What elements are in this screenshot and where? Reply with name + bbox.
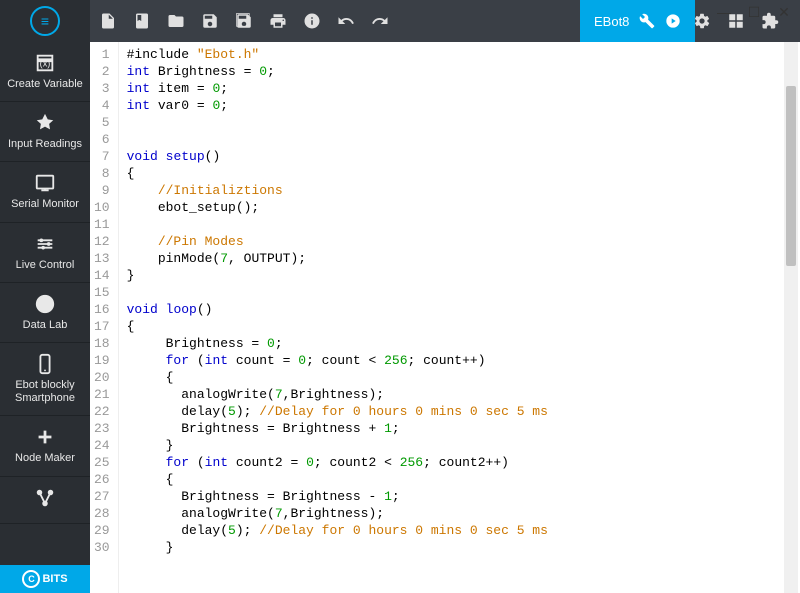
vertical-scrollbar[interactable] xyxy=(784,42,798,593)
code-line-4[interactable]: int var0 = 0; xyxy=(127,97,792,114)
code-line-19[interactable]: for (int count = 0; count < 256; count++… xyxy=(127,352,792,369)
code-line-1[interactable]: #include "Ebot.h" xyxy=(127,46,792,63)
code-editor[interactable]: 1234567891011121314151617181920212223242… xyxy=(90,42,800,593)
code-line-30[interactable]: } xyxy=(127,539,792,556)
sidebar-icon-7 xyxy=(34,487,56,509)
new-file-icon[interactable] xyxy=(98,11,118,31)
code-line-29[interactable]: delay(5); //Delay for 0 hours 0 mins 0 s… xyxy=(127,522,792,539)
tab-label: EBot8 xyxy=(594,14,629,29)
sidebar-icon-3 xyxy=(34,233,56,255)
code-line-9[interactable]: //Initializtions xyxy=(127,182,792,199)
maximize-button[interactable]: ☐ xyxy=(746,4,762,21)
sidebar: ≡ (x) Create Variable Input Readings Serial… xyxy=(0,0,90,593)
save-icon[interactable] xyxy=(200,11,220,31)
sidebar-item-6[interactable]: Node Maker xyxy=(0,416,90,476)
code-line-2[interactable]: int Brightness = 0; xyxy=(127,63,792,80)
code-line-24[interactable]: } xyxy=(127,437,792,454)
sidebar-label: Live Control xyxy=(4,259,86,272)
sidebar-item-0[interactable]: (x) Create Variable xyxy=(0,42,90,102)
code-line-26[interactable]: { xyxy=(127,471,792,488)
sidebar-label: Data Lab xyxy=(4,319,86,332)
redo-icon[interactable] xyxy=(370,11,390,31)
sidebar-item-4[interactable]: Data Lab xyxy=(0,283,90,343)
app-logo[interactable]: ≡ xyxy=(0,0,90,42)
code-line-27[interactable]: Brightness = Brightness - 1; xyxy=(127,488,792,505)
close-button[interactable]: ✕ xyxy=(776,4,792,21)
code-line-6[interactable] xyxy=(127,131,792,148)
sidebar-icon-0: (x) xyxy=(34,52,56,74)
code-area[interactable]: #include "Ebot.h"int Brightness = 0;int … xyxy=(119,42,800,593)
code-line-17[interactable]: { xyxy=(127,318,792,335)
print-icon[interactable] xyxy=(268,11,288,31)
sidebar-item-2[interactable]: Serial Monitor xyxy=(0,162,90,222)
svg-text:(x): (x) xyxy=(40,59,51,69)
scrollbar-thumb[interactable] xyxy=(786,86,796,266)
minimize-button[interactable]: — xyxy=(716,4,732,21)
sidebar-label: Node Maker xyxy=(4,452,86,465)
sidebar-footer[interactable]: CBITS xyxy=(0,565,90,593)
info-icon[interactable] xyxy=(302,11,322,31)
code-line-10[interactable]: ebot_setup(); xyxy=(127,199,792,216)
code-line-21[interactable]: analogWrite(7,Brightness); xyxy=(127,386,792,403)
sidebar-icon-2 xyxy=(34,172,56,194)
code-line-25[interactable]: for (int count2 = 0; count2 < 256; count… xyxy=(127,454,792,471)
undo-icon[interactable] xyxy=(336,11,356,31)
code-line-5[interactable] xyxy=(127,114,792,131)
window-controls: — ☐ ✕ xyxy=(716,4,792,21)
sidebar-icon-6 xyxy=(34,426,56,448)
code-line-18[interactable]: Brightness = 0; xyxy=(127,335,792,352)
sidebar-label: Ebot blockly Smartphone xyxy=(4,379,86,405)
sidebar-item-3[interactable]: Live Control xyxy=(0,223,90,283)
code-line-23[interactable]: Brightness = Brightness + 1; xyxy=(127,420,792,437)
code-line-28[interactable]: analogWrite(7,Brightness); xyxy=(127,505,792,522)
save-all-icon[interactable] xyxy=(234,11,254,31)
tab-bar: EBot8 xyxy=(580,0,695,42)
code-line-14[interactable]: } xyxy=(127,267,792,284)
tools-icon[interactable] xyxy=(639,13,655,29)
sidebar-icon-4 xyxy=(34,293,56,315)
code-line-20[interactable]: { xyxy=(127,369,792,386)
code-line-8[interactable]: { xyxy=(127,165,792,182)
book-icon[interactable] xyxy=(132,11,152,31)
play-icon[interactable] xyxy=(665,13,681,29)
code-line-7[interactable]: void setup() xyxy=(127,148,792,165)
sidebar-icon-5 xyxy=(34,353,56,375)
tab-ebot8[interactable]: EBot8 xyxy=(580,0,695,42)
sidebar-item-5[interactable]: Ebot blockly Smartphone xyxy=(0,343,90,416)
code-line-16[interactable]: void loop() xyxy=(127,301,792,318)
code-line-12[interactable]: //Pin Modes xyxy=(127,233,792,250)
sidebar-label: Create Variable xyxy=(4,78,86,91)
code-line-11[interactable] xyxy=(127,216,792,233)
line-gutter: 1234567891011121314151617181920212223242… xyxy=(90,42,119,593)
sidebar-icon-1 xyxy=(34,112,56,134)
code-line-13[interactable]: pinMode(7, OUTPUT); xyxy=(127,250,792,267)
sidebar-label: Serial Monitor xyxy=(4,198,86,211)
sidebar-item-1[interactable]: Input Readings xyxy=(0,102,90,162)
code-line-15[interactable] xyxy=(127,284,792,301)
sidebar-label: Input Readings xyxy=(4,138,86,151)
open-folder-icon[interactable] xyxy=(166,11,186,31)
sidebar-item-7[interactable] xyxy=(0,477,90,524)
code-line-3[interactable]: int item = 0; xyxy=(127,80,792,97)
code-line-22[interactable]: delay(5); //Delay for 0 hours 0 mins 0 s… xyxy=(127,403,792,420)
